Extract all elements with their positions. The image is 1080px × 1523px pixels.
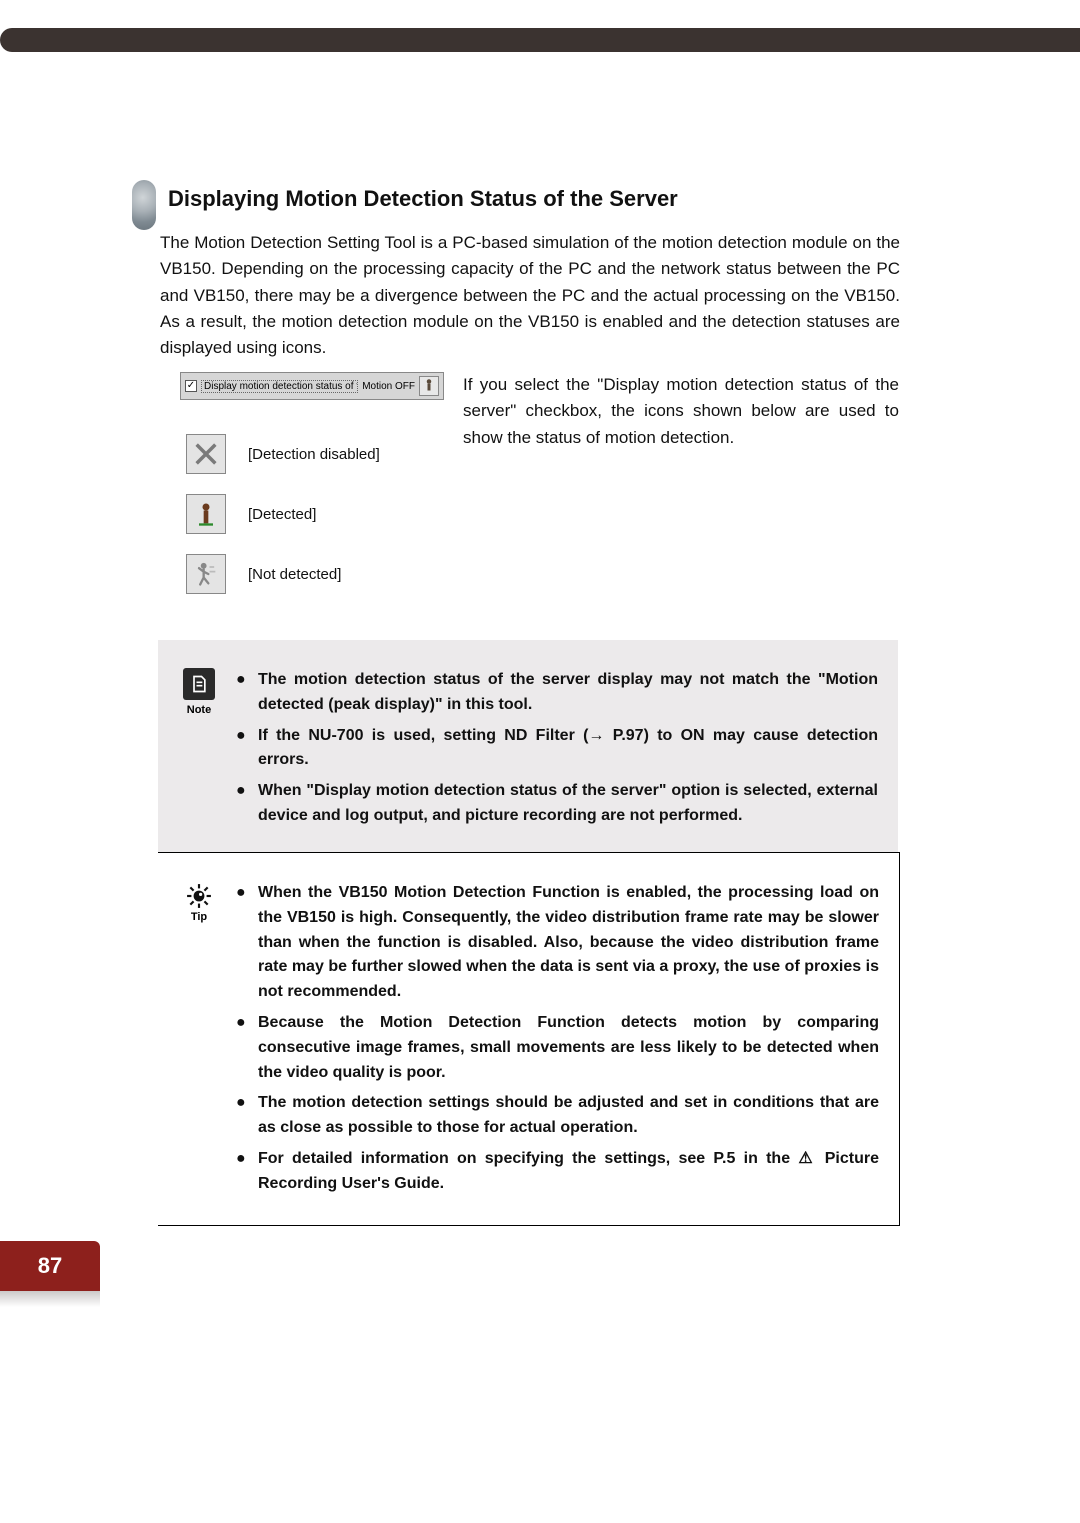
page-number-shadow [0, 1291, 100, 1307]
note-list: ●The motion detection status of the serv… [236, 668, 878, 829]
bullet-icon: ● [236, 779, 258, 829]
tip-icon-column: Tip [178, 881, 220, 1197]
bullet-icon: ● [236, 1011, 258, 1085]
section-title: Displaying Motion Detection Status of th… [168, 186, 678, 212]
note-box: Note ●The motion detection status of the… [158, 640, 898, 857]
checkbox-strip: ✓ Display motion detection status of the… [180, 372, 444, 400]
not-detected-icon [186, 554, 226, 594]
motion-status-text: Motion OFF [362, 381, 415, 392]
checkbox-description: If you select the "Display motion detect… [463, 372, 899, 451]
tip-list: ●When the VB150 Motion Detection Functio… [236, 881, 879, 1197]
note-label: Note [187, 704, 211, 716]
status-row-not-detected: [Not detected] [186, 554, 341, 594]
note-item: If the NU-700 is used, setting ND Filter… [258, 724, 878, 774]
page-number: 87 [0, 1241, 100, 1291]
status-label: [Detected] [248, 506, 316, 523]
tip-item: For detailed information on specifying t… [258, 1147, 879, 1197]
bullet-icon: ● [236, 881, 258, 1005]
status-label: [Not detected] [248, 566, 341, 583]
tip-item: When the VB150 Motion Detection Function… [258, 881, 879, 1005]
note-icon [183, 668, 215, 700]
detection-disabled-icon [186, 434, 226, 474]
tip-item: Because the Motion Detection Function de… [258, 1011, 879, 1085]
status-label: [Detection disabled] [248, 446, 380, 463]
detected-icon [186, 494, 226, 534]
checkbox-label: Display motion detection status of the s… [201, 380, 358, 393]
person-icon [419, 376, 439, 396]
note-item: When "Display motion detection status of… [258, 779, 878, 829]
status-row-disabled: [Detection disabled] [186, 434, 380, 474]
bullet-icon: ● [236, 724, 258, 774]
top-bar [0, 28, 1080, 52]
intro-paragraph: The Motion Detection Setting Tool is a P… [160, 230, 900, 362]
tip-label: Tip [191, 911, 207, 923]
bullet-icon: ● [236, 1091, 258, 1141]
bullet-icon: ● [236, 1147, 258, 1197]
section-bullet-icon [132, 180, 156, 230]
note-item: The motion detection status of the serve… [258, 668, 878, 718]
status-row-detected: [Detected] [186, 494, 316, 534]
document-page: Displaying Motion Detection Status of th… [0, 0, 1080, 1523]
tip-item: The motion detection settings should be … [258, 1091, 879, 1141]
checkbox-icon[interactable]: ✓ [185, 380, 197, 392]
tip-box: Tip ●When the VB150 Motion Detection Fun… [158, 852, 900, 1226]
note-icon-column: Note [178, 668, 220, 829]
bullet-icon: ● [236, 668, 258, 718]
tip-icon [184, 881, 214, 911]
